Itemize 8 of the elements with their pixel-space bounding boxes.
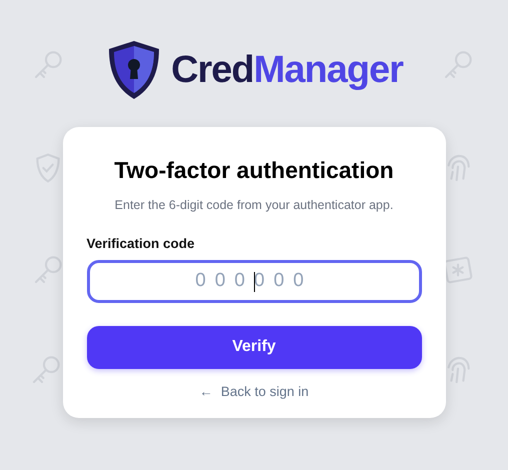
- key-icon: [32, 254, 64, 286]
- key-icon: [30, 354, 62, 386]
- brand-logo-text: CredManager: [171, 51, 403, 89]
- verify-button[interactable]: Verify: [86, 326, 422, 368]
- card-title: Two-factor authentication: [114, 156, 394, 185]
- field-label: Verification code: [86, 235, 195, 254]
- card-subtitle: Enter the 6-digit code from your authenticator app.: [114, 196, 394, 214]
- back-to-sign-in-link[interactable]: ← Back to sign in: [199, 382, 309, 402]
